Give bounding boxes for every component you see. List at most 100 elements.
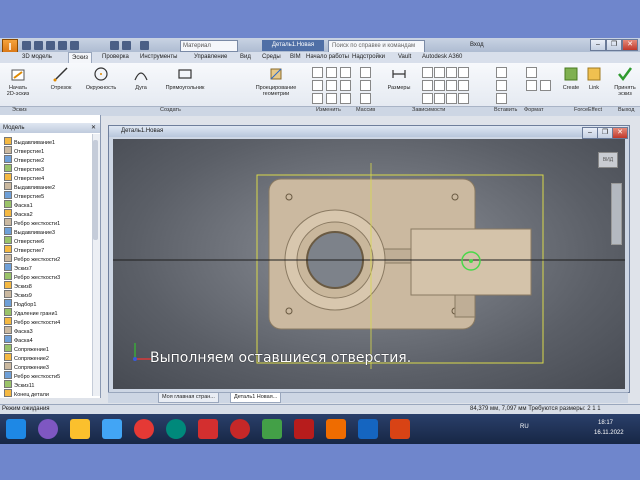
arc-button[interactable]: Дуга (128, 66, 154, 91)
browser-tree-item[interactable]: Отверстие3 (4, 164, 44, 173)
model-browser-header[interactable]: Модель ✕ (0, 123, 100, 133)
utorrent-icon[interactable] (262, 419, 282, 439)
browser-tree-item[interactable]: Эскиз8 (4, 281, 32, 290)
browser-close-icon[interactable]: ✕ (91, 123, 96, 133)
construction-icon[interactable] (526, 67, 537, 78)
group-array[interactable]: Массив (356, 106, 375, 115)
create-button[interactable]: Create (560, 66, 582, 91)
scale-icon[interactable] (340, 67, 351, 78)
offset-icon[interactable] (340, 93, 351, 104)
undo-icon[interactable] (58, 41, 67, 50)
browser-tree-item[interactable]: Выдавливание3 (4, 227, 55, 236)
restore-button[interactable]: ❐ (606, 39, 622, 51)
browser-tree-item[interactable]: Отверстие6 (4, 236, 44, 245)
tab-add-ins[interactable]: Надстройки (352, 52, 385, 63)
collinear-icon[interactable] (434, 67, 445, 78)
navigation-bar[interactable] (611, 183, 622, 245)
start-2d-sketch-button[interactable]: Начать 2D-эскиз (4, 66, 32, 97)
browser-tree-item[interactable]: Отверстие5 (4, 191, 44, 200)
browser-tree-item[interactable]: Ребро жесткости3 (4, 272, 60, 281)
horizontal-icon[interactable] (446, 80, 457, 91)
vertical-icon[interactable] (458, 80, 469, 91)
concentric-icon[interactable] (446, 67, 457, 78)
trim-icon[interactable] (326, 67, 337, 78)
image-icon[interactable] (496, 67, 507, 78)
gw-restore-button[interactable]: ❐ (597, 127, 613, 139)
group-constrain[interactable]: Зависимости (412, 106, 445, 115)
stretch-icon[interactable] (340, 80, 351, 91)
group-insert[interactable]: Вставить (494, 106, 517, 115)
doc-tab-home[interactable]: Моя главная стран... (158, 392, 219, 403)
dimension-button[interactable]: Размеры (384, 66, 414, 91)
browser-tree-item[interactable]: Ребро жесткости4 (4, 317, 60, 326)
symmetric-icon[interactable] (446, 93, 457, 104)
browser-tree-item[interactable]: Эскиз7 (4, 263, 32, 272)
doc-tab-part[interactable]: Деталь1 Новая... (230, 392, 282, 403)
parallel-icon[interactable] (422, 80, 433, 91)
smooth-icon[interactable] (434, 93, 445, 104)
tab-inspect[interactable]: Проверка (102, 52, 129, 63)
open-file-icon[interactable] (34, 41, 43, 50)
project-geometry-button[interactable]: Проецирование геометрии (248, 66, 304, 97)
group-format[interactable]: Формат (524, 106, 544, 115)
browser-tree-item[interactable]: Выдавливание1 (4, 137, 55, 146)
material-dropdown[interactable]: Материал (180, 40, 238, 52)
presentation-icon[interactable] (390, 419, 410, 439)
tab-a360[interactable]: Autodesk A360 (422, 52, 462, 63)
browser-tree-item[interactable]: Отверстие1 (4, 146, 44, 155)
equal-icon[interactable] (458, 93, 469, 104)
store-icon[interactable] (102, 419, 122, 439)
viewcube[interactable]: ВИД (598, 152, 618, 168)
alice-icon[interactable] (38, 419, 58, 439)
fix-icon[interactable] (458, 67, 469, 78)
select-icon[interactable] (140, 41, 149, 50)
browser-tree-item[interactable]: Ребро жесткости1 (4, 218, 60, 227)
move-icon[interactable] (312, 67, 323, 78)
rect-pattern-icon[interactable] (360, 67, 371, 78)
tab-bim[interactable]: BIM (290, 52, 301, 63)
browser-tree-item[interactable]: Сопряжение1 (4, 344, 49, 353)
center-point-icon[interactable] (540, 80, 551, 91)
minimize-button[interactable]: – (590, 39, 606, 51)
acad-icon[interactable] (496, 93, 507, 104)
points-icon[interactable] (496, 80, 507, 91)
split-icon[interactable] (326, 93, 337, 104)
tab-environments[interactable]: Среды (262, 52, 281, 63)
copy-icon[interactable] (312, 80, 323, 91)
tray-time[interactable]: 18:17 (598, 420, 613, 426)
tray-date[interactable]: 16.11.2022 (594, 430, 624, 436)
group-exit[interactable]: Выход (618, 106, 634, 115)
update-icon[interactable] (122, 41, 131, 50)
sign-in-label[interactable]: Вход (470, 42, 484, 48)
browser-tree-item[interactable]: Фаска1 (4, 200, 33, 209)
browser-scroll-thumb[interactable] (93, 140, 98, 240)
close-button[interactable]: ✕ (622, 39, 638, 51)
save-icon[interactable] (46, 41, 55, 50)
opera-icon[interactable] (230, 419, 250, 439)
centerline-icon[interactable] (526, 80, 537, 91)
edge-icon[interactable] (166, 419, 186, 439)
tab-tools[interactable]: Инструменты (140, 52, 177, 63)
pdf-reader-icon[interactable] (294, 419, 314, 439)
browser-tree-item[interactable]: Фаска4 (4, 335, 33, 344)
rectangle-button[interactable]: Прямоугольник (162, 66, 208, 91)
browser-tree-item[interactable]: Сопряжение2 (4, 353, 49, 362)
gw-minimize-button[interactable]: – (582, 127, 598, 139)
tray-language[interactable]: RU (520, 424, 529, 430)
browser-tree-item[interactable]: Ребро жесткости5 (4, 371, 60, 380)
tab-manage[interactable]: Управление (194, 52, 227, 63)
extend-icon[interactable] (326, 80, 337, 91)
home-icon[interactable] (110, 41, 119, 50)
windows-start-icon[interactable] (6, 419, 26, 439)
tangent-icon[interactable] (422, 93, 433, 104)
link-button[interactable]: Link (584, 66, 604, 91)
inventor-taskbar-icon[interactable] (326, 419, 346, 439)
new-file-icon[interactable] (22, 41, 31, 50)
tab-vault[interactable]: Vault (398, 52, 411, 63)
browser-tree-item[interactable]: Подбор1 (4, 299, 36, 308)
browser-tree-item[interactable]: Фаска2 (4, 209, 33, 218)
browser-tree-item[interactable]: Отверстие4 (4, 173, 44, 182)
browser-tree-item[interactable]: Отверстие7 (4, 245, 44, 254)
tab-get-started[interactable]: Начало работы (306, 52, 349, 63)
mirror-icon[interactable] (360, 93, 371, 104)
